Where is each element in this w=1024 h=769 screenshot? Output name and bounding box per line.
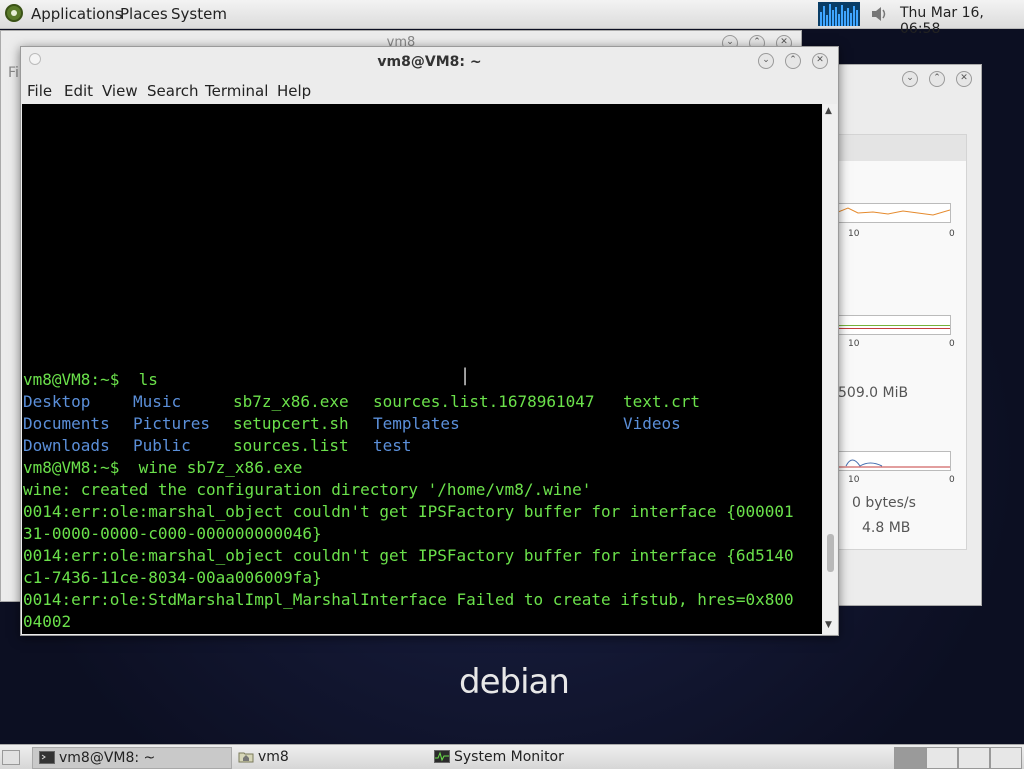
terminal-line: 0014:err:ole:StdMarshalImpl_MarshalInter…	[23, 590, 794, 609]
system-monitor-icon	[434, 750, 450, 763]
system-monitor-resources: 10 0 10 0 509.0 MiB 10 0 0 bytes/s 4.8 M…	[837, 134, 967, 550]
workspace-4[interactable]	[990, 747, 1022, 769]
top-panel: Applications Places System Thu Mar 16, 0…	[0, 0, 1024, 37]
task-system-monitor[interactable]: System Monitor	[428, 747, 668, 767]
task-label: vm8	[258, 749, 289, 765]
tab-header	[838, 135, 966, 161]
debian-logo: debian	[459, 662, 570, 702]
terminal-line: 31-0000-0000-c000-000000000046}	[23, 524, 322, 543]
folder-home-icon	[238, 752, 254, 763]
debian-menu-icon[interactable]	[5, 4, 23, 22]
memory-value: 509.0 MiB	[838, 385, 909, 401]
window-title: vm8@VM8: ~	[377, 54, 482, 70]
text-cursor: |	[462, 365, 469, 386]
applications-menu[interactable]: Applications	[31, 5, 123, 23]
system-monitor-applet[interactable]	[818, 2, 860, 26]
scroll-down-arrow-icon[interactable]: ▼	[825, 620, 832, 630]
terminal-menubar: File Edit View Search Terminal Help	[21, 77, 838, 104]
minimize-button[interactable]: ⌄	[902, 71, 918, 87]
axis-tick-label: 0	[949, 475, 955, 485]
menu-edit[interactable]: Edit	[64, 82, 93, 100]
axis-tick-label: 10	[848, 475, 860, 485]
menu-view[interactable]: View	[102, 82, 138, 100]
scroll-up-arrow-icon[interactable]: ▲	[825, 106, 832, 116]
show-desktop-icon[interactable]	[2, 750, 20, 765]
axis-tick-label: 0	[949, 339, 955, 349]
cpu-graph	[837, 203, 951, 223]
terminal-icon	[39, 751, 55, 764]
terminal-output[interactable]: | vm8@VM8:~$ ls Desktop Music sb7z_x86.exe…	[22, 104, 822, 634]
places-menu[interactable]: Places	[120, 5, 168, 23]
network-rate: 0 bytes/s	[852, 495, 916, 511]
terminal-line: vm8@VM8:~$ ls	[23, 370, 158, 389]
terminal-line: c1-7436-11ce-8034-00aa006009fa}	[23, 568, 322, 587]
workspace-3[interactable]	[958, 747, 990, 769]
clock[interactable]: Thu Mar 16, 06:58	[900, 5, 1024, 37]
network-graph	[838, 451, 951, 471]
task-files[interactable]: vm8	[232, 747, 422, 767]
close-button[interactable]: ✕	[956, 71, 972, 87]
close-button[interactable]: ✕	[812, 53, 828, 69]
network-total: 4.8 MB	[862, 520, 911, 536]
terminal-line: wine: created the configuration director…	[23, 480, 592, 499]
file-menu[interactable]: Fi	[8, 65, 19, 81]
maximize-button[interactable]: ⌃	[929, 71, 945, 87]
terminal-line: vm8@VM8:~$ wine sb7z_x86.exe	[23, 458, 303, 477]
scrollbar-thumb[interactable]	[827, 534, 834, 572]
menu-search[interactable]: Search	[147, 82, 199, 100]
maximize-button[interactable]: ⌃	[785, 53, 801, 69]
task-label: System Monitor	[454, 749, 564, 765]
workspace-2[interactable]	[926, 747, 958, 769]
task-label: vm8@VM8: ~	[59, 750, 156, 766]
menu-help[interactable]: Help	[277, 82, 311, 100]
volume-icon[interactable]	[870, 5, 888, 23]
terminal-scrollbar[interactable]: ▲ ▼	[823, 104, 837, 634]
window-menu-icon[interactable]	[29, 53, 41, 65]
terminal-line: 0014:err:ole:marshal_object couldn't get…	[23, 502, 794, 521]
terminal-window[interactable]: vm8@VM8: ~ ⌄ ⌃ ✕ File Edit View Search T…	[20, 46, 839, 636]
minimize-button[interactable]: ⌄	[758, 53, 774, 69]
axis-tick-label: 10	[848, 229, 860, 239]
task-terminal[interactable]: vm8@VM8: ~	[32, 747, 232, 769]
terminal-line: 0014:err:ole:marshal_object couldn't get…	[23, 546, 794, 565]
system-menu[interactable]: System	[171, 5, 227, 23]
terminal-line: 04002	[23, 612, 72, 631]
axis-tick-label: 0	[949, 229, 955, 239]
memory-graph	[838, 315, 951, 335]
axis-tick-label: 10	[848, 339, 860, 349]
bottom-taskbar: vm8@VM8: ~ vm8 System Monitor	[0, 744, 1024, 769]
menu-file[interactable]: File	[27, 82, 52, 100]
workspace-1[interactable]	[894, 747, 926, 769]
menu-terminal[interactable]: Terminal	[205, 82, 268, 100]
